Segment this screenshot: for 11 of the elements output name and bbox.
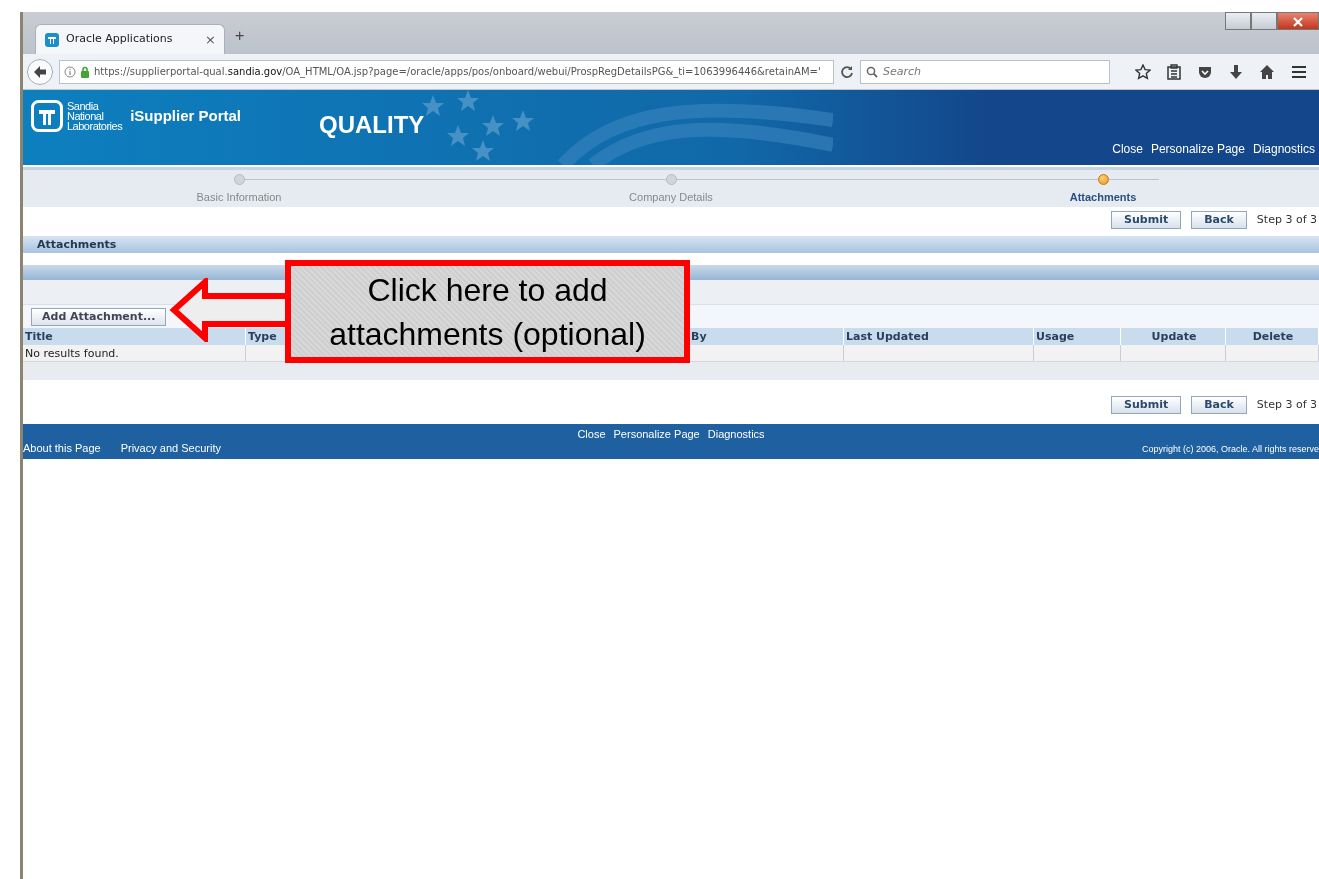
table-cell: No results found. [23,345,246,362]
step-indicator: Step 3 of 3 [1256,211,1317,228]
organization-name: Sandia National Laboratories [67,101,123,131]
copyright-text: Copyright (c) 2006, Oracle. All rights reserve [1141,442,1319,456]
callout-tooltip: Click here to add attachments (optional) [285,260,690,363]
portal-title: iSupplier Portal [130,105,241,126]
tab-title: Oracle Applications [66,31,173,48]
environment-title: QUALITY [319,110,425,140]
url-text: https://supplierportal-qual.sandia.gov/OA_HTML/OA.jsp?page=/oracle/apps/pos/onboard/webui/ProspRegDetailsPG&_ti=1063996446&retainAM=' [94,65,821,79]
section-header: Attachments [23,236,1319,253]
step-indicator: Step 3 of 3 [1256,396,1317,413]
